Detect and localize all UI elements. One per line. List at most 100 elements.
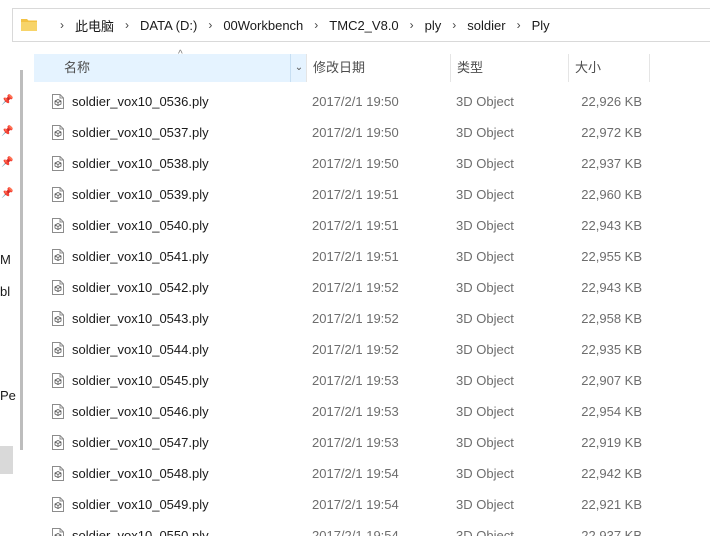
file-row[interactable]: soldier_vox10_0542.ply 2017/2/1 19:52 3D O… [34, 272, 710, 303]
breadcrumb-item-soldier[interactable]: soldier [465, 18, 507, 33]
nav-item-label[interactable]: Pe [0, 388, 16, 403]
file-row[interactable]: soldier_vox10_0539.ply 2017/2/1 19:51 3D O… [34, 179, 710, 210]
file-type: 3D Object [456, 466, 514, 481]
file-list: soldier_vox10_0536.ply 2017/2/1 19:50 3D O… [34, 86, 710, 536]
nav-item-selected[interactable] [0, 446, 13, 474]
file-row[interactable]: soldier_vox10_0550.ply 2017/2/1 19:54 3D O… [34, 520, 710, 536]
column-header-type[interactable]: 类型 [450, 54, 568, 82]
file-row[interactable]: soldier_vox10_0543.ply 2017/2/1 19:52 3D O… [34, 303, 710, 334]
file-row[interactable]: soldier_vox10_0541.ply 2017/2/1 19:51 3D O… [34, 241, 710, 272]
file-row[interactable]: soldier_vox10_0537.ply 2017/2/1 19:50 3D O… [34, 117, 710, 148]
file-size: 22,907 KB [581, 373, 642, 388]
column-header-size[interactable]: 大小 [568, 54, 650, 82]
file-row[interactable]: soldier_vox10_0547.ply 2017/2/1 19:53 3D O… [34, 427, 710, 458]
column-header-date[interactable]: 修改日期 [306, 54, 450, 82]
3d-object-file-icon [52, 435, 64, 450]
file-name: soldier_vox10_0543.ply [72, 311, 209, 326]
file-type: 3D Object [456, 94, 514, 109]
file-modified-date: 2017/2/1 19:52 [312, 280, 399, 295]
file-type: 3D Object [456, 218, 514, 233]
breadcrumb-item-00workbench[interactable]: 00Workbench [221, 18, 305, 33]
file-size: 22,937 KB [581, 528, 642, 536]
pin-icon[interactable]: 📌 [1, 127, 13, 137]
breadcrumb-separator[interactable]: › [60, 18, 64, 32]
3d-object-file-icon [52, 156, 64, 171]
file-size: 22,919 KB [581, 435, 642, 450]
navigation-scrollbar[interactable] [20, 70, 23, 450]
column-header-name[interactable]: 名称 ^ ⌄ [34, 49, 307, 82]
file-modified-date: 2017/2/1 19:54 [312, 528, 399, 536]
file-size: 22,943 KB [581, 218, 642, 233]
file-type: 3D Object [456, 528, 514, 536]
breadcrumb-item-data-drive[interactable]: DATA (D:) [138, 18, 199, 33]
file-name: soldier_vox10_0547.ply [72, 435, 209, 450]
address-bar[interactable]: › 此电脑 › DATA (D:) › 00Workbench › TMC2_V… [12, 8, 710, 42]
file-row[interactable]: soldier_vox10_0546.ply 2017/2/1 19:53 3D O… [34, 396, 710, 427]
file-row[interactable]: soldier_vox10_0549.ply 2017/2/1 19:54 3D O… [34, 489, 710, 520]
file-type: 3D Object [456, 373, 514, 388]
file-modified-date: 2017/2/1 19:51 [312, 218, 399, 233]
file-modified-date: 2017/2/1 19:52 [312, 311, 399, 326]
file-modified-date: 2017/2/1 19:54 [312, 466, 399, 481]
breadcrumb-separator[interactable]: › [410, 18, 414, 32]
file-name: soldier_vox10_0548.ply [72, 466, 209, 481]
file-modified-date: 2017/2/1 19:53 [312, 373, 399, 388]
file-row[interactable]: soldier_vox10_0544.ply 2017/2/1 19:52 3D O… [34, 334, 710, 365]
file-name: soldier_vox10_0549.ply [72, 497, 209, 512]
file-name: soldier_vox10_0541.ply [72, 249, 209, 264]
file-type: 3D Object [456, 187, 514, 202]
breadcrumb-separator[interactable]: › [452, 18, 456, 32]
3d-object-file-icon [52, 497, 64, 512]
breadcrumb-separator[interactable]: › [208, 18, 212, 32]
file-type: 3D Object [456, 156, 514, 171]
file-modified-date: 2017/2/1 19:53 [312, 404, 399, 419]
column-name-label: 名称 [64, 60, 91, 75]
breadcrumb: › 此电脑 › DATA (D:) › 00Workbench › TMC2_V… [51, 9, 552, 41]
3d-object-file-icon [52, 94, 64, 109]
file-modified-date: 2017/2/1 19:51 [312, 249, 399, 264]
file-type: 3D Object [456, 125, 514, 140]
file-modified-date: 2017/2/1 19:54 [312, 497, 399, 512]
breadcrumb-separator[interactable]: › [125, 18, 129, 32]
breadcrumb-separator[interactable]: › [314, 18, 318, 32]
file-modified-date: 2017/2/1 19:50 [312, 125, 399, 140]
column-dropdown-button[interactable]: ⌄ [290, 54, 307, 82]
file-size: 22,935 KB [581, 342, 642, 357]
breadcrumb-separator[interactable]: › [517, 18, 521, 32]
nav-item-label[interactable]: bl [0, 284, 10, 299]
file-name: soldier_vox10_0540.ply [72, 218, 209, 233]
3d-object-file-icon [52, 311, 64, 326]
file-name: soldier_vox10_0544.ply [72, 342, 209, 357]
file-size: 22,926 KB [581, 94, 642, 109]
pin-icon[interactable]: 📌 [1, 158, 13, 168]
file-name: soldier_vox10_0542.ply [72, 280, 209, 295]
3d-object-file-icon [52, 125, 64, 140]
sort-ascending-icon: ^ [178, 49, 183, 60]
3d-object-file-icon [52, 404, 64, 419]
file-name: soldier_vox10_0546.ply [72, 404, 209, 419]
file-size: 22,960 KB [581, 187, 642, 202]
file-row[interactable]: soldier_vox10_0540.ply 2017/2/1 19:51 3D O… [34, 210, 710, 241]
breadcrumb-item-ply-current[interactable]: Ply [530, 18, 552, 33]
file-modified-date: 2017/2/1 19:52 [312, 342, 399, 357]
file-size: 22,921 KB [581, 497, 642, 512]
file-row[interactable]: soldier_vox10_0548.ply 2017/2/1 19:54 3D O… [34, 458, 710, 489]
file-name: soldier_vox10_0538.ply [72, 156, 209, 171]
pin-icon[interactable]: 📌 [1, 189, 13, 199]
breadcrumb-item-this-pc[interactable]: 此电脑 [73, 16, 116, 35]
breadcrumb-item-tmc2[interactable]: TMC2_V8.0 [327, 18, 400, 33]
3d-object-file-icon [52, 528, 64, 536]
pin-icon[interactable]: 📌 [1, 96, 13, 106]
file-modified-date: 2017/2/1 19:51 [312, 187, 399, 202]
file-name: soldier_vox10_0539.ply [72, 187, 209, 202]
file-row[interactable]: soldier_vox10_0536.ply 2017/2/1 19:50 3D O… [34, 86, 710, 117]
navigation-pane: 📌 📌 📌 📌 M bl Pe [0, 54, 20, 536]
file-size: 22,937 KB [581, 156, 642, 171]
file-type: 3D Object [456, 435, 514, 450]
file-row[interactable]: soldier_vox10_0538.ply 2017/2/1 19:50 3D O… [34, 148, 710, 179]
nav-item-label[interactable]: M [0, 252, 11, 267]
breadcrumb-item-ply[interactable]: ply [423, 18, 444, 33]
file-row[interactable]: soldier_vox10_0545.ply 2017/2/1 19:53 3D O… [34, 365, 710, 396]
column-header: 名称 ^ ⌄ 修改日期 类型 大小 [34, 49, 710, 82]
3d-object-file-icon [52, 466, 64, 481]
